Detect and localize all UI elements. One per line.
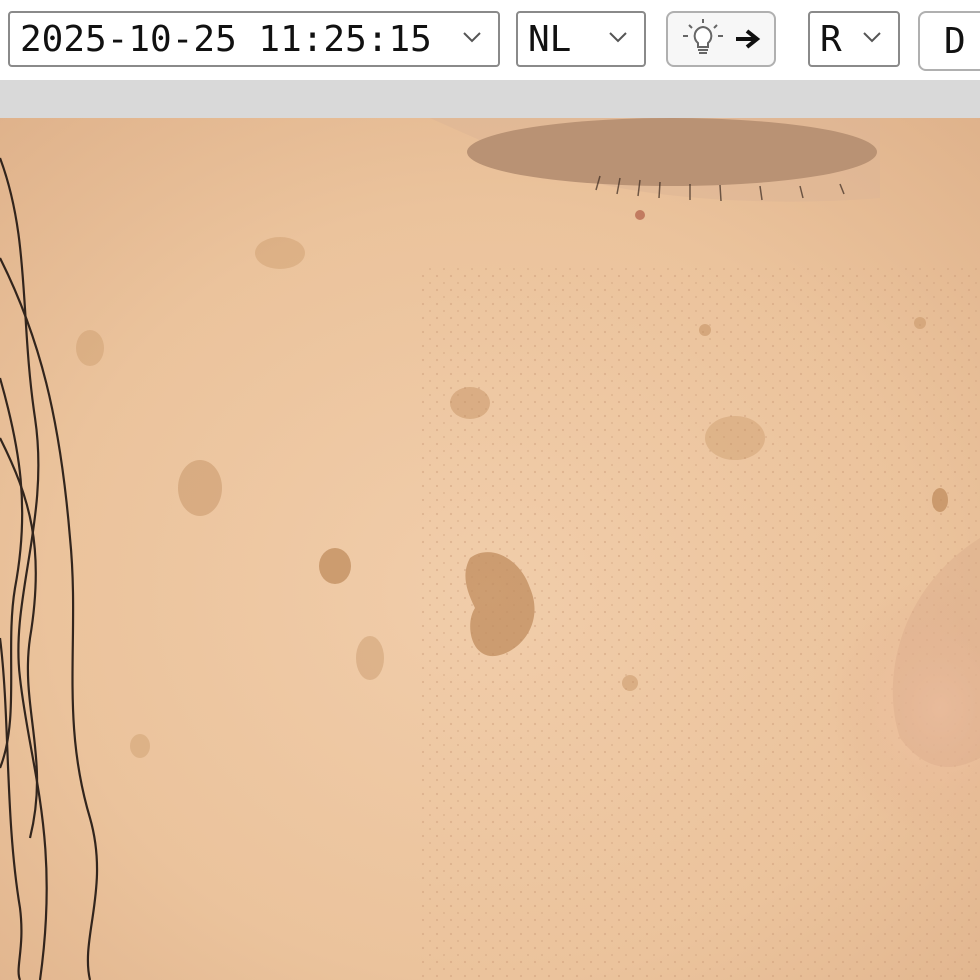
side-select-value: R	[820, 18, 842, 60]
side-select[interactable]: R	[808, 11, 900, 67]
chevron-down-icon	[609, 32, 627, 43]
chevron-down-icon	[463, 32, 481, 43]
arrow-right-icon	[736, 29, 761, 49]
toolbar: 2025-10-25 11:25:15 NL R D	[0, 0, 980, 80]
datetime-select[interactable]: 2025-10-25 11:25:15	[8, 11, 500, 67]
lightbulb-icon	[683, 19, 723, 54]
skin-photo	[0, 118, 980, 980]
toolbar-divider-strip	[0, 80, 980, 118]
mode-select-value: NL	[528, 18, 572, 60]
mode-select[interactable]: NL	[516, 11, 646, 67]
skin-photo-image	[0, 118, 980, 980]
datetime-select-value: 2025-10-25 11:25:15	[20, 18, 432, 60]
privacy-mask	[467, 118, 877, 186]
view-d-button[interactable]: D	[918, 11, 980, 71]
view-d-label: D	[944, 21, 966, 62]
chevron-down-icon	[863, 32, 881, 43]
light-toggle-button[interactable]	[666, 11, 776, 67]
